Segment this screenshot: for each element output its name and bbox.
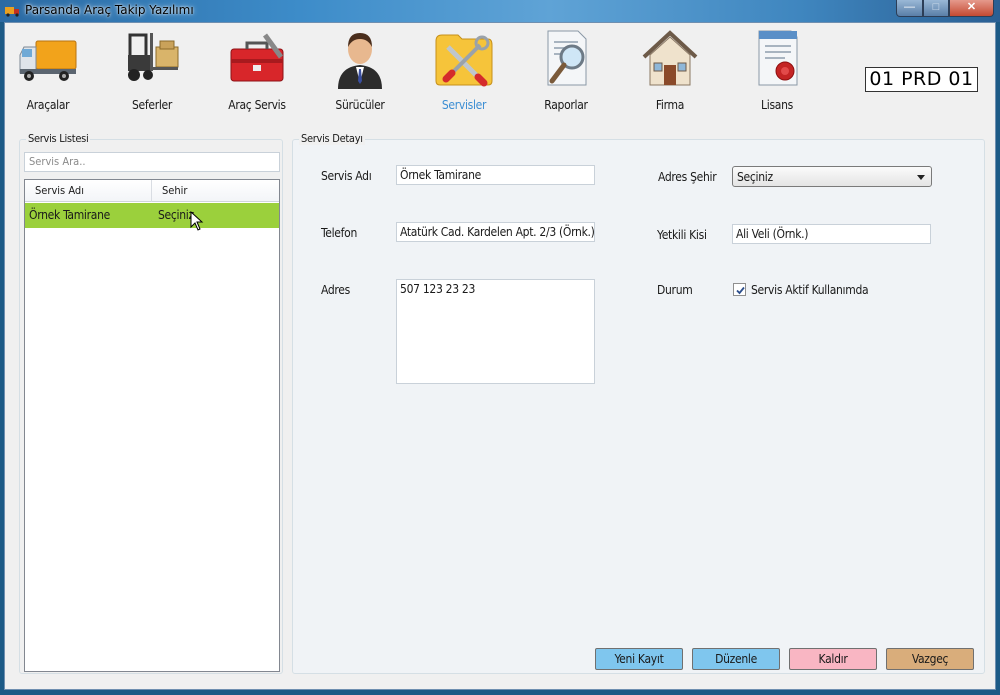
toolbar-lisans-button[interactable]: Lisans xyxy=(734,27,820,115)
driver-icon xyxy=(338,33,382,89)
toolbar-label: Araçalar xyxy=(26,98,70,112)
city-dropdown[interactable]: Seçiniz xyxy=(732,166,932,187)
address-field[interactable]: 507 123 23 23 xyxy=(396,279,595,384)
license-plate-display: 01 PRD 01 xyxy=(865,67,978,92)
toolbar-suruculer-button[interactable]: Sürücüler xyxy=(317,27,403,115)
search-input[interactable]: Servis Ara.. xyxy=(24,152,280,172)
column-header-city[interactable]: Sehir xyxy=(152,180,279,202)
chevron-down-icon xyxy=(917,175,925,180)
group-title: Servis Listesi xyxy=(26,132,91,145)
toolbar-firma-button[interactable]: Firma xyxy=(627,27,713,115)
city-label: Adres Şehir xyxy=(658,170,717,184)
truck-app-icon xyxy=(5,7,19,17)
minimize-button[interactable]: — xyxy=(896,0,923,17)
cell-city: Seçiniz xyxy=(158,208,194,222)
cancel-button[interactable]: Vazgeç xyxy=(886,648,974,670)
service-grid[interactable]: Servis Adı Sehir Örnek Tamirane Seçiniz xyxy=(24,179,280,672)
toolbar-label: Sürücüler xyxy=(335,98,385,112)
toolbar-label: Seferler xyxy=(131,98,173,112)
truck-icon xyxy=(19,40,77,81)
title-bar: Parsanda Araç Takip Yazılımı — □ ✕ xyxy=(0,0,1000,22)
toolbar-label: Firma xyxy=(655,98,685,112)
toolbar: Araçalar Seferler Araç Servis Sürücüler … xyxy=(5,23,995,117)
new-record-button[interactable]: Yeni Kayıt xyxy=(595,648,683,670)
name-field[interactable]: Örnek Tamirane xyxy=(396,165,595,185)
cell-name: Örnek Tamirane xyxy=(29,208,110,222)
window-title: Parsanda Araç Takip Yazılımı xyxy=(25,3,194,17)
status-checkbox[interactable] xyxy=(733,283,746,296)
phone-label: Telefon xyxy=(321,226,357,240)
toolbar-label: Raporlar xyxy=(544,98,588,112)
checkmark-icon xyxy=(736,286,745,295)
status-checkbox-label[interactable]: Servis Aktif Kullanımda xyxy=(751,283,869,297)
certificate-icon xyxy=(758,30,798,86)
close-button[interactable]: ✕ xyxy=(949,0,994,17)
toolbar-label: Servisler xyxy=(441,98,487,112)
main-window: Araçalar Seferler Araç Servis Sürücüler … xyxy=(4,22,996,690)
toolbox-icon xyxy=(230,33,284,82)
status-label: Durum xyxy=(657,283,693,297)
phone-field[interactable]: Atatürk Cad. Kardelen Apt. 2/3 (Örnk.) xyxy=(396,222,595,242)
grid-header: Servis Adı Sehir xyxy=(25,180,279,202)
toolbar-arac-servis-button[interactable]: Araç Servis xyxy=(214,27,300,115)
name-label: Servis Adı xyxy=(321,169,372,183)
city-dropdown-value: Seçiniz xyxy=(737,170,773,184)
group-title: Servis Detayı xyxy=(299,132,365,145)
edit-button[interactable]: Düzenle xyxy=(692,648,780,670)
service-list-group: Servis Listesi Servis Ara.. Servis Adı S… xyxy=(19,132,283,674)
toolbar-raporlar-button[interactable]: Raporlar xyxy=(523,27,609,115)
toolbar-label: Lisans xyxy=(761,98,793,112)
toolbar-label: Araç Servis xyxy=(228,98,286,112)
contact-label: Yetkili Kisi xyxy=(657,228,707,242)
column-header-name[interactable]: Servis Adı xyxy=(25,180,152,202)
house-icon xyxy=(642,30,698,86)
mouse-cursor-icon xyxy=(190,211,204,231)
service-detail-group: Servis Detayı Servis Adı Örnek Tamirane … xyxy=(292,132,985,674)
table-row[interactable]: Örnek Tamirane Seçiniz xyxy=(25,203,279,228)
forklift-icon xyxy=(128,33,179,81)
delete-button[interactable]: Kaldır xyxy=(789,648,877,670)
address-label: Adres xyxy=(321,283,350,297)
contact-field[interactable]: Ali Veli (Örnk.) xyxy=(732,224,931,244)
toolbar-seferler-button[interactable]: Seferler xyxy=(109,27,195,115)
tools-icon xyxy=(435,34,493,87)
toolbar-araclar-button[interactable]: Araçalar xyxy=(5,27,91,115)
maximize-button[interactable]: □ xyxy=(923,0,949,17)
report-icon xyxy=(547,30,587,86)
toolbar-servisler-button[interactable]: Servisler xyxy=(421,27,507,115)
